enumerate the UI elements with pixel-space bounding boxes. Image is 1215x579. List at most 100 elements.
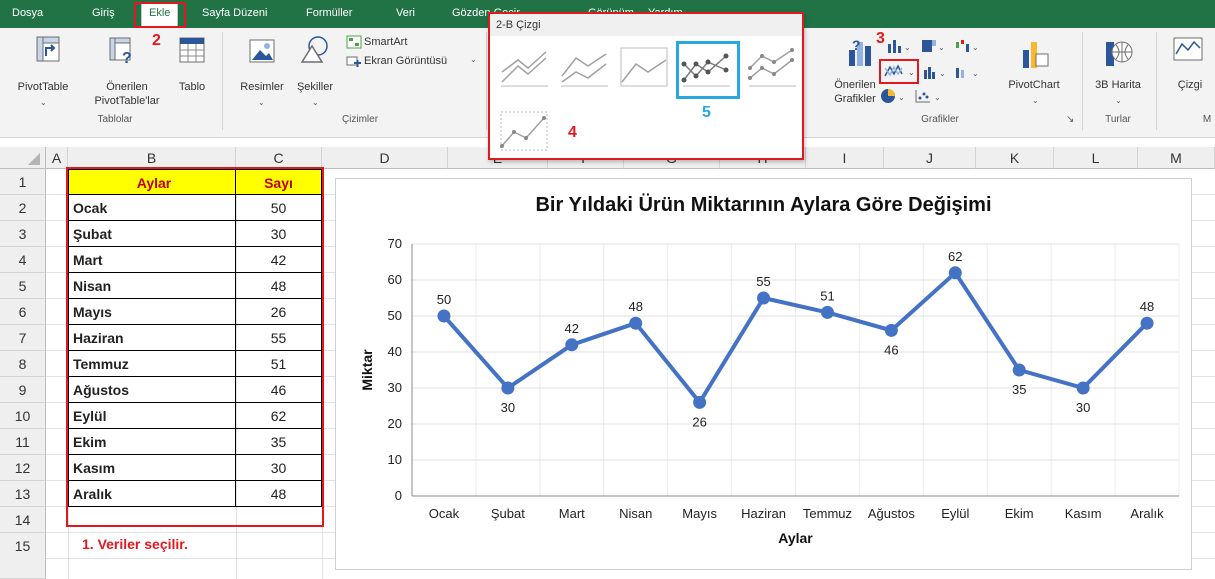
step-2-marker: 2	[152, 32, 161, 49]
x-tick-label: Şubat	[491, 506, 525, 521]
dialog-launcher-icon[interactable]: ↘	[1066, 114, 1074, 125]
tab-page-layout[interactable]: Sayfa Düzeni	[202, 0, 267, 28]
step-4-marker: 4	[568, 124, 577, 141]
data-label: 62	[948, 249, 962, 264]
data-label: 42	[565, 321, 579, 336]
row-header[interactable]: 3	[0, 221, 46, 247]
svg-text:⌄: ⌄	[938, 43, 945, 52]
pivottable-label: PivotTable	[17, 81, 69, 93]
combo-chart-icon[interactable]: ⌄	[954, 64, 980, 80]
table-label: Tablo	[178, 81, 206, 93]
row-header[interactable]: 8	[0, 351, 46, 377]
group-label-illustrations: Çizimler	[341, 114, 379, 125]
row-header[interactable]: 15	[0, 533, 46, 579]
row-header[interactable]: 6	[0, 299, 46, 325]
waterfall-chart-icon[interactable]: ⌄	[954, 38, 980, 54]
row-header[interactable]: 10	[0, 403, 46, 429]
smartart-label: SmartArt	[364, 36, 408, 48]
row-header[interactable]: 13	[0, 481, 46, 507]
pictures-icon	[249, 39, 275, 63]
column-header-l[interactable]: L	[1054, 147, 1138, 169]
row-header[interactable]: 12	[0, 455, 46, 481]
data-point	[757, 291, 771, 305]
step-3-marker: 3	[876, 30, 885, 47]
y-tick-label: 70	[388, 236, 402, 251]
column-chart-icon[interactable]: ⌄	[886, 38, 912, 54]
data-label: 51	[820, 288, 834, 303]
row-header[interactable]: 4	[0, 247, 46, 273]
column-header-c[interactable]: C	[236, 147, 322, 169]
tab-home[interactable]: Giriş	[92, 0, 115, 28]
svg-text:⌄: ⌄	[972, 69, 979, 78]
recommended-pivottable-icon: ?	[109, 37, 132, 66]
tab-file[interactable]: Dosya	[12, 0, 43, 28]
row-header[interactable]: 2	[0, 195, 46, 221]
x-tick-label: Aralık	[1130, 506, 1164, 521]
column-header-k[interactable]: K	[976, 147, 1054, 169]
data-label: 48	[628, 299, 642, 314]
stacked-line-markers-option-icon[interactable]	[744, 42, 800, 92]
percent-line-markers-option-icon[interactable]	[496, 106, 552, 156]
data-point	[1140, 316, 1154, 330]
row-header[interactable]: 11	[0, 429, 46, 455]
step-5-marker: 5	[702, 104, 711, 121]
globe-icon	[1106, 41, 1133, 66]
pictures-label: Resimler	[240, 81, 284, 93]
data-point	[501, 381, 515, 395]
tab-data[interactable]: Veri	[396, 0, 415, 28]
hierarchy-chart-icon[interactable]: ⌄	[920, 38, 946, 54]
group-label-tours: Turlar	[1105, 114, 1131, 125]
tab-formulas[interactable]: Formüller	[306, 0, 352, 28]
row-header[interactable]: 1	[0, 169, 46, 195]
line-chart[interactable]: Bir Yıldaki Ürün Miktarının Aylara Göre …	[335, 178, 1192, 570]
data-point	[820, 305, 834, 319]
row-header[interactable]: 14	[0, 507, 46, 533]
dropdown-title: 2-B Çizgi	[490, 14, 802, 36]
x-tick-label: Haziran	[741, 506, 786, 521]
x-tick-label: Ocak	[429, 506, 460, 521]
column-header-a[interactable]: A	[46, 147, 68, 169]
row-header[interactable]: 5	[0, 273, 46, 299]
smartart-icon	[346, 35, 362, 49]
column-header-j[interactable]: J	[884, 147, 976, 169]
percent-stacked-line-option-icon[interactable]	[616, 42, 672, 92]
select-all-corner[interactable]	[0, 147, 46, 169]
column-header-b[interactable]: B	[68, 147, 236, 169]
selected-option-highlight	[676, 41, 740, 99]
y-tick-label: 0	[395, 488, 402, 503]
statistic-chart-icon[interactable]: ⌄	[922, 64, 948, 80]
data-label: 26	[692, 414, 706, 429]
data-point	[1076, 381, 1090, 395]
row-header[interactable]: 7	[0, 325, 46, 351]
column-header-d[interactable]: D	[322, 147, 448, 169]
column-header-i[interactable]: I	[806, 147, 884, 169]
recommended-charts-icon: ?	[849, 37, 871, 66]
data-label: 30	[501, 400, 515, 415]
y-tick-label: 30	[388, 380, 402, 395]
x-tick-label: Mayıs	[682, 506, 717, 521]
chevron-down-icon: ⌄	[40, 98, 47, 107]
group-label-tables: Tablolar	[97, 114, 133, 125]
row-header[interactable]: 9	[0, 377, 46, 403]
pivottable-icon	[36, 36, 60, 62]
x-axis-title: Aylar	[778, 530, 813, 546]
step-1-note: 1. Veriler seçilir.	[82, 536, 188, 552]
x-tick-label: Temmuz	[803, 506, 852, 521]
pie-chart-icon[interactable]: ⌄	[880, 88, 906, 104]
stacked-line-option-icon[interactable]	[556, 42, 612, 92]
x-tick-label: Ağustos	[868, 506, 915, 521]
data-point	[565, 338, 579, 352]
pivotchart-label: PivotChart	[1008, 79, 1060, 91]
y-tick-label: 60	[388, 272, 402, 287]
column-header-m[interactable]: M	[1138, 147, 1215, 169]
x-tick-label: Mart	[559, 506, 585, 521]
sparkline-line-label: Çizgi	[1177, 79, 1203, 91]
recommended-pivottables-label-1: Önerilen	[106, 81, 148, 93]
group-label-charts: Grafikler	[921, 114, 959, 125]
svg-text:⌄: ⌄	[934, 93, 941, 102]
x-tick-label: Nisan	[619, 506, 652, 521]
line-chart-option-icon[interactable]	[496, 42, 552, 92]
scatter-chart-icon[interactable]: ⌄	[914, 88, 944, 104]
data-label: 48	[1140, 299, 1154, 314]
recommended-charts-label-2: Grafikler	[834, 93, 876, 105]
